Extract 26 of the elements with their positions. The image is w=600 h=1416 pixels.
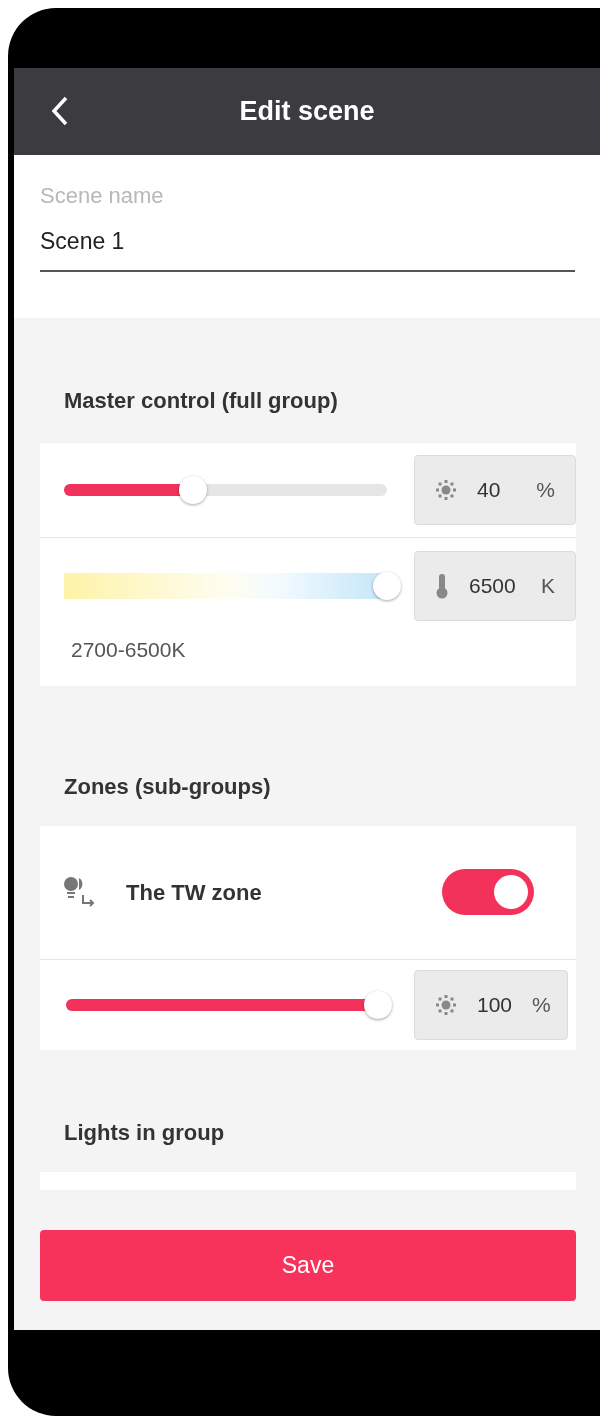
field-value: Scene 1 bbox=[40, 227, 126, 256]
unit-text: K bbox=[541, 572, 555, 599]
value-text: 6500 bbox=[469, 572, 516, 599]
unit-text: % bbox=[536, 477, 555, 504]
slider-thumb[interactable] bbox=[373, 571, 401, 600]
bulbs-icon bbox=[62, 875, 96, 909]
slider-thumb[interactable] bbox=[364, 990, 392, 1019]
value-readout[interactable]: 6500 K bbox=[414, 550, 576, 621]
header-title: Edit scene bbox=[239, 95, 375, 129]
section-heading: Master control (full group) bbox=[63, 387, 339, 414]
field-label: Scene name bbox=[40, 182, 165, 210]
unit-text: % bbox=[532, 991, 551, 1018]
slider-thumb[interactable] bbox=[179, 476, 208, 504]
temp-range-text: 2700-6500K bbox=[70, 637, 187, 663]
thermometer-icon bbox=[435, 572, 449, 599]
value-readout[interactable]: 100 % bbox=[414, 969, 568, 1040]
section-heading: Zones (sub-groups) bbox=[63, 772, 272, 800]
save-button[interactable]: Save bbox=[40, 1229, 576, 1301]
brightness-icon bbox=[435, 993, 457, 1016]
zone-name: The TW zone bbox=[126, 878, 262, 907]
value-readout[interactable]: 40 % bbox=[414, 455, 576, 525]
zone-toggle[interactable] bbox=[442, 869, 534, 915]
value-text: 40 bbox=[477, 477, 501, 504]
section-heading: Lights in group bbox=[63, 1118, 226, 1146]
brightness-icon bbox=[435, 479, 457, 501]
value-text: 100 bbox=[477, 991, 513, 1018]
